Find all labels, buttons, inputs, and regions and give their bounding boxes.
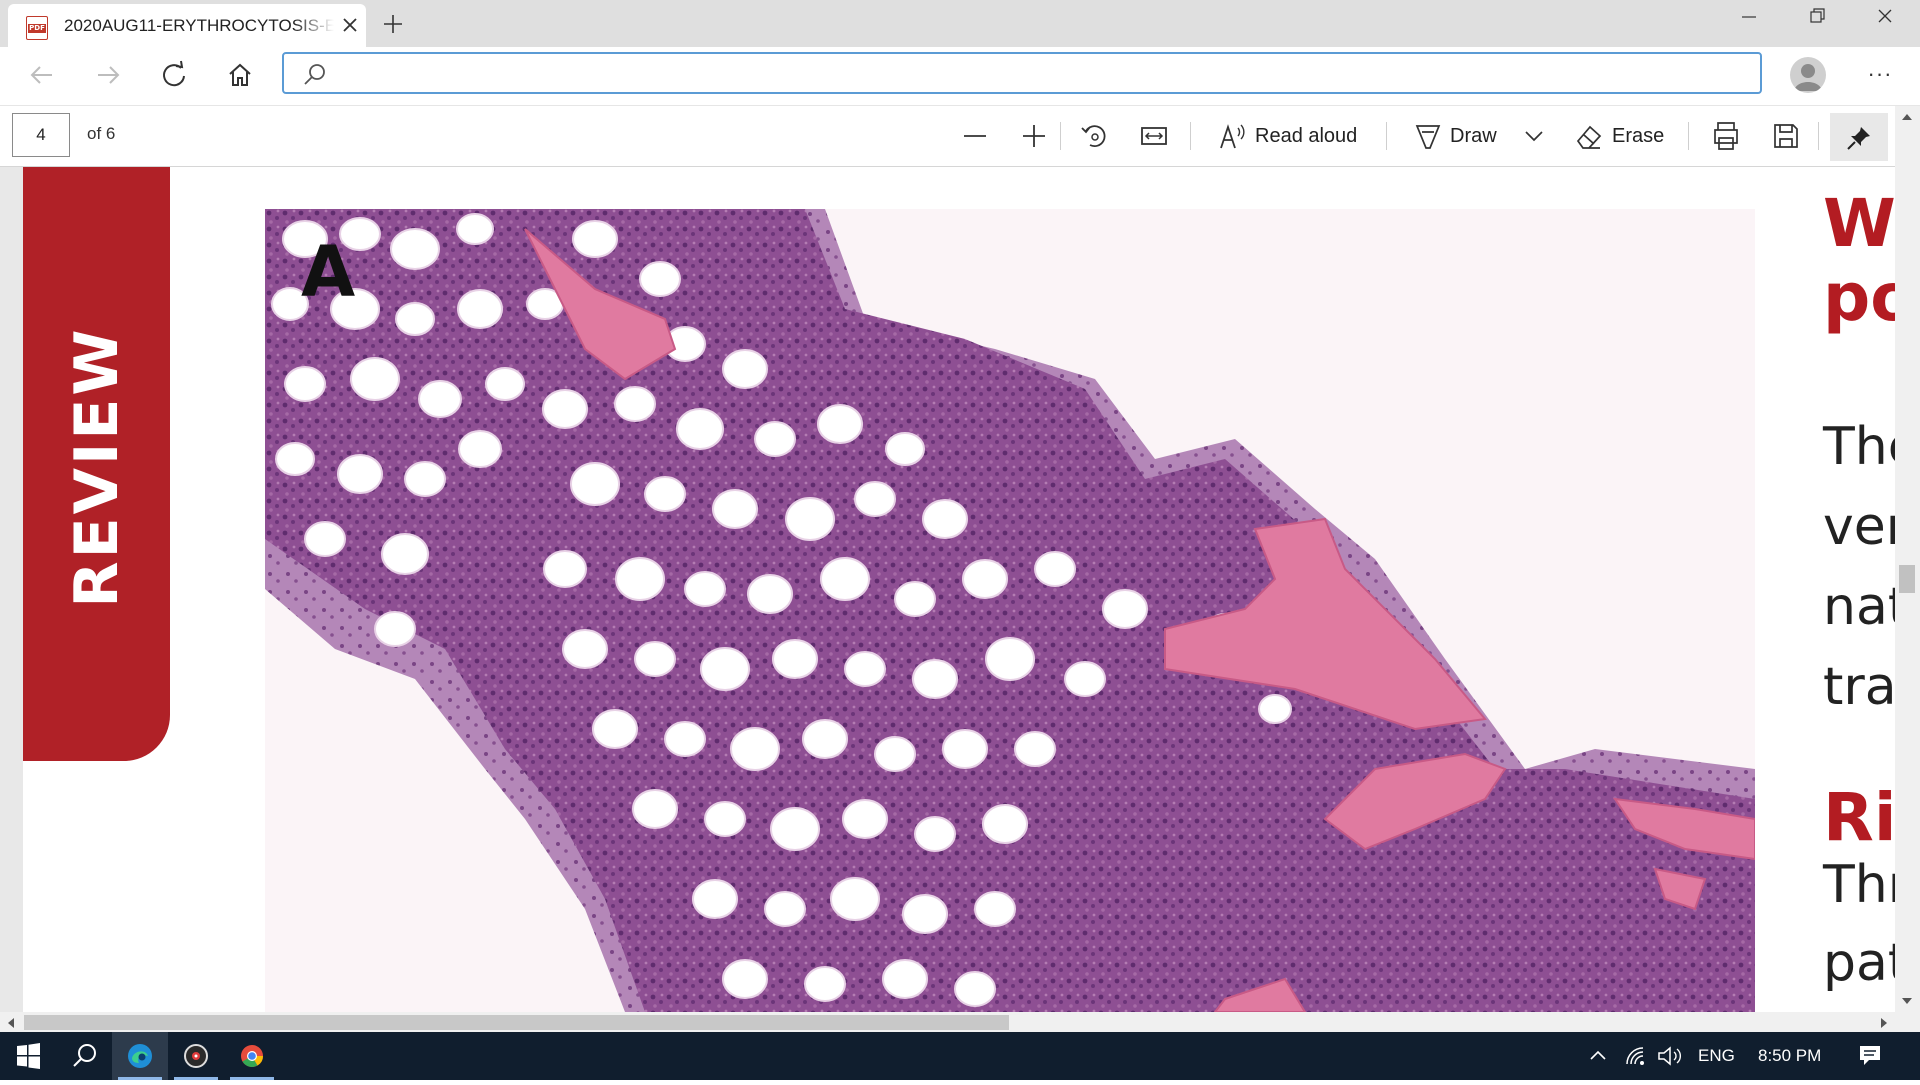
taskbar-edge-app[interactable]: [112, 1032, 168, 1080]
print-icon[interactable]: [1706, 116, 1746, 156]
bone-marrow-micrograph: A: [265, 209, 1755, 1012]
erase-button[interactable]: Erase: [1572, 116, 1682, 156]
home-icon[interactable]: [220, 55, 260, 95]
horizontal-scroll-thumb[interactable]: [24, 1015, 1009, 1030]
rotate-icon[interactable]: [1074, 116, 1114, 156]
windows-taskbar: ENG 8:50 PM: [0, 1032, 1920, 1080]
draw-label: Draw: [1450, 125, 1497, 147]
close-window-icon[interactable]: [1852, 0, 1918, 40]
section-heading-line-2: po: [1823, 259, 1895, 336]
windows-start-icon[interactable]: [0, 1032, 56, 1080]
read-aloud-icon: [1220, 124, 1245, 149]
body-text-line: pat: [1823, 933, 1895, 993]
body-text-line: The: [1823, 417, 1895, 477]
draw-icon: [1415, 125, 1441, 149]
refresh-icon[interactable]: [154, 55, 194, 95]
navigation-bar: ···: [0, 47, 1920, 106]
vertical-scrollbar[interactable]: [1895, 106, 1920, 1012]
toolbar-divider: [1386, 122, 1387, 150]
new-tab-icon[interactable]: [376, 9, 410, 39]
review-label: REVIEW: [62, 326, 132, 608]
pin-icon: [1847, 127, 1870, 150]
pdf-file-icon: PDF: [26, 16, 48, 40]
restore-icon[interactable]: [1784, 0, 1850, 40]
profile-avatar[interactable]: [1790, 57, 1826, 93]
scroll-down-arrow-icon[interactable]: [1901, 996, 1913, 1006]
page-number-input[interactable]: 4: [12, 113, 70, 157]
close-tab-icon[interactable]: [338, 12, 362, 38]
vertical-scroll-thumb[interactable]: [1899, 565, 1915, 593]
volume-icon[interactable]: [1656, 1044, 1684, 1068]
pdf-toolbar: 4 of 6 Read aloud Draw Erase: [0, 106, 1920, 167]
micrograph-image: [265, 209, 1755, 1012]
language-indicator[interactable]: ENG: [1698, 1046, 1735, 1066]
taskbar-chrome-app[interactable]: [224, 1032, 280, 1080]
show-hidden-icons-chevron-icon[interactable]: [1586, 1044, 1610, 1068]
zoom-out-icon[interactable]: [955, 116, 995, 156]
body-text-line: ver: [1823, 497, 1895, 557]
scroll-left-arrow-icon[interactable]: [6, 1017, 16, 1029]
body-text-line: trai: [1823, 657, 1895, 717]
back-icon[interactable]: [22, 55, 62, 95]
scrollbar-corner: [1895, 1012, 1920, 1032]
wifi-icon[interactable]: [1624, 1044, 1650, 1068]
toolbar-divider: [1190, 122, 1191, 150]
edge-browser-icon: [128, 1044, 152, 1068]
zoom-in-icon[interactable]: [1014, 116, 1054, 156]
tab-title: 2020AUG11-ERYTHROCYTOSIS-E: [64, 16, 334, 35]
eraser-icon: [1576, 125, 1602, 149]
scroll-up-arrow-icon[interactable]: [1901, 112, 1913, 122]
toolbar-divider: [1818, 122, 1819, 150]
body-text-line: nat: [1823, 577, 1895, 637]
toolbar-divider: [1060, 122, 1061, 150]
section-heading-risk: Ris: [1823, 779, 1895, 856]
section-heading-line-1: Wl: [1823, 185, 1895, 262]
search-icon[interactable]: [56, 1032, 112, 1080]
figure-panel-label: A: [301, 231, 356, 313]
read-aloud-label: Read aloud: [1255, 125, 1358, 147]
page-count: of 6: [87, 124, 116, 143]
document-viewport[interactable]: REVIEW A W po Th ve na tra Ri Th pa: [0, 167, 1895, 1012]
scroll-right-arrow-icon[interactable]: [1879, 1017, 1889, 1029]
user-icon: [1794, 64, 1822, 91]
fit-to-width-icon[interactable]: [1134, 116, 1174, 156]
forward-icon[interactable]: [88, 55, 128, 95]
address-input[interactable]: [332, 60, 1736, 88]
title-bar: PDF 2020AUG11-ERYTHROCYTOSIS-E: [0, 0, 1920, 47]
draw-button[interactable]: Draw: [1412, 116, 1512, 156]
review-side-band: REVIEW: [23, 167, 170, 761]
system-clock[interactable]: 8:50 PM: [1758, 1046, 1821, 1066]
save-icon[interactable]: [1766, 116, 1806, 156]
media-player-icon: [184, 1044, 208, 1068]
erase-label: Erase: [1612, 125, 1665, 147]
toolbar-divider: [1688, 122, 1689, 150]
browser-tab[interactable]: PDF 2020AUG11-ERYTHROCYTOSIS-E: [8, 4, 366, 47]
address-bar[interactable]: [282, 52, 1762, 94]
chrome-browser-icon: [241, 1045, 263, 1067]
search-icon: [304, 64, 325, 85]
minimize-icon[interactable]: [1716, 0, 1782, 40]
taskbar-media-app[interactable]: [168, 1032, 224, 1080]
read-aloud-button[interactable]: Read aloud: [1214, 116, 1394, 156]
pdf-page: REVIEW A W po Th ve na tra Ri Th pa: [23, 167, 1895, 1012]
pin-toolbar-button[interactable]: [1830, 113, 1888, 161]
chevron-down-icon[interactable]: [1518, 116, 1550, 156]
more-menu-icon[interactable]: ···: [1860, 61, 1900, 91]
body-text-line: Thr: [1823, 855, 1895, 915]
notifications-icon[interactable]: [1856, 1042, 1884, 1070]
